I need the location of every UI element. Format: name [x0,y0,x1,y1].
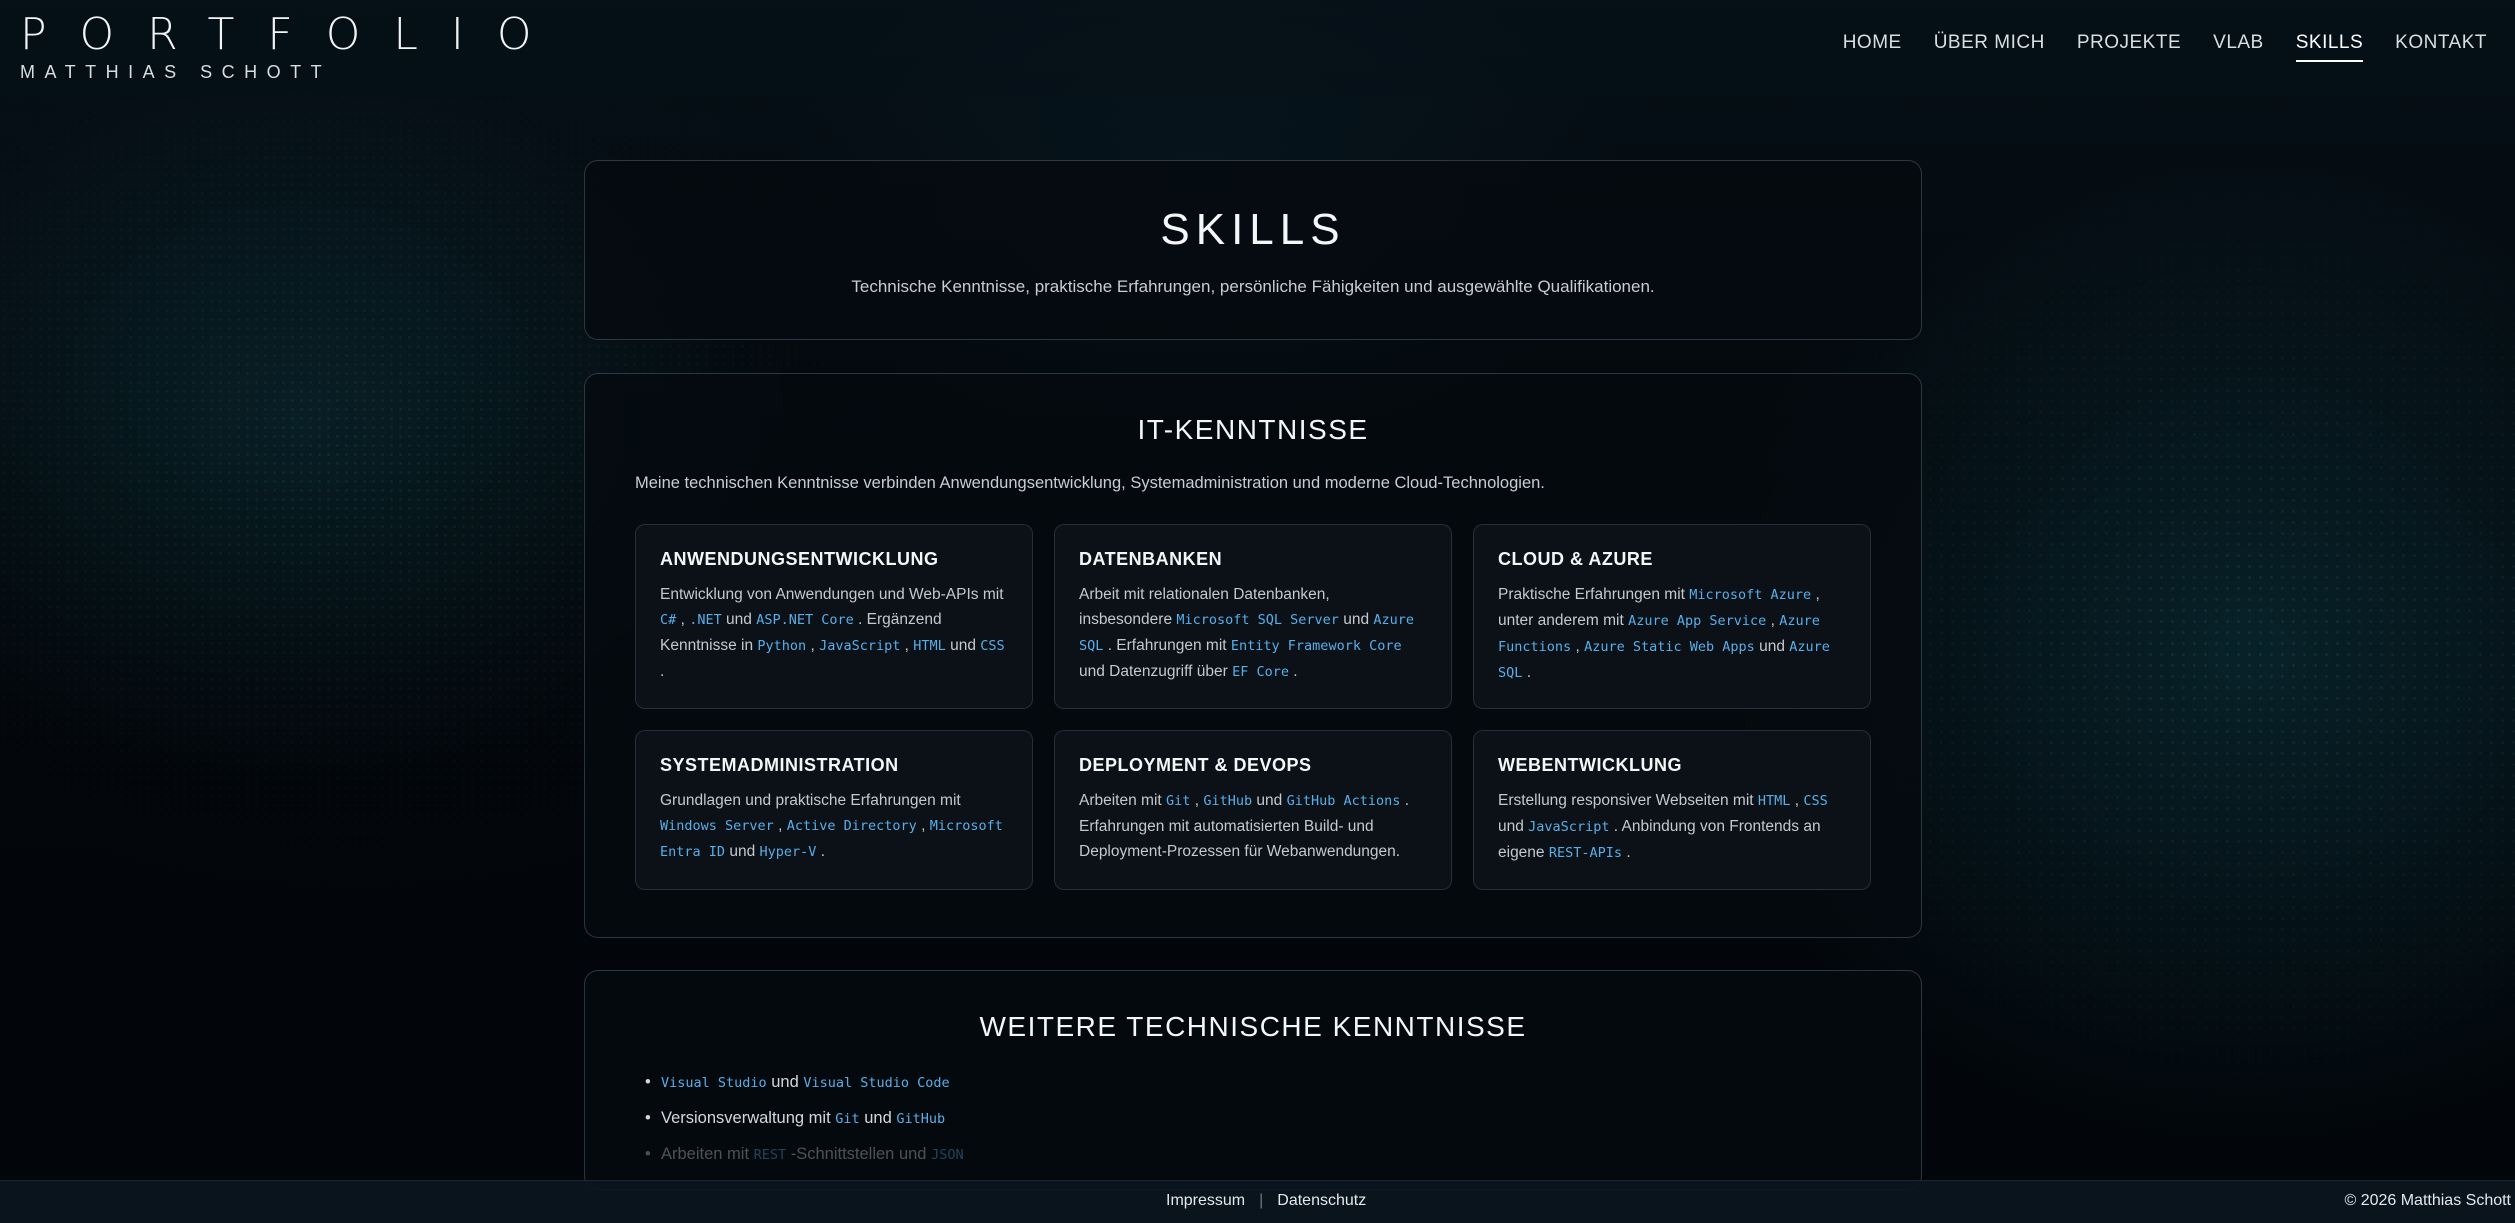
code-keyword: Visual Studio Code [803,1075,950,1091]
code-keyword: JSON [931,1147,964,1163]
code-keyword: GitHub [1203,793,1253,809]
nav-vlab[interactable]: VLAB [2197,30,2280,62]
code-keyword: Git [835,1111,860,1127]
list-item: Visual Studio und Visual Studio Code [645,1065,1861,1101]
code-keyword: Entity Framework Core [1230,638,1402,654]
code-keyword: HTML [1757,793,1791,809]
list-item: Versionsverwaltung mit Git und GitHub [645,1101,1861,1137]
impressum-link[interactable]: Impressum [1166,1192,1245,1210]
skill-card-datenbanken: DATENBANKEN Arbeit mit relationalen Date… [1054,524,1452,709]
code-keyword: REST [753,1147,787,1163]
weitere-kenntnisse-section: WEITERE TECHNISCHE KENNTNISSE Visual Stu… [584,970,1922,1190]
it-kenntnisse-section: IT-KENNTNISSE Meine technischen Kenntnis… [584,373,1922,938]
skill-card-anwendungsentwicklung: ANWENDUNGSENTWICKLUNG Entwicklung von An… [635,524,1033,709]
code-keyword: Visual Studio [661,1075,767,1091]
brand-logo[interactable]: PORTFOLIO MATTHIAS SCHOTT [20,12,564,83]
skill-card-title: WEBENTWICKLUNG [1498,755,1682,775]
code-keyword: Azure App Service [1628,613,1767,629]
skill-card-webentwicklung: WEBENTWICKLUNG Erstellung responsiver We… [1473,730,1871,890]
code-keyword: Microsoft Azure [1689,587,1812,603]
datenschutz-link[interactable]: Datenschutz [1277,1192,1366,1210]
section-title: IT-KENNTNISSE [1137,414,1369,445]
nav-projekte[interactable]: PROJEKTE [2061,30,2197,62]
code-keyword: ASP.NET Core [756,612,854,628]
footer-links: Impressum | Datenschutz [1166,1192,1366,1210]
code-keyword: .NET [689,612,722,628]
code-keyword: EF Core [1232,664,1289,680]
code-keyword: Azure Static Web Apps [1584,639,1755,655]
skill-list: Visual Studio und Visual Studio Code Ver… [645,1065,1861,1173]
skill-card-title: DATENBANKEN [1079,549,1223,569]
skill-card-text: Arbeit mit relationalen Datenbanken, ins… [1079,586,1415,680]
code-keyword: Hyper-V [759,844,817,860]
code-keyword: GitHub Actions [1286,793,1401,809]
code-keyword: CSS [1803,793,1828,809]
code-keyword: GitHub [896,1111,946,1127]
skill-grid: ANWENDUNGSENTWICKLUNG Entwicklung von An… [635,524,1871,890]
code-keyword: Windows Server [660,818,774,834]
skill-card-title: ANWENDUNGSENTWICKLUNG [660,549,939,569]
nav-ueber-mich[interactable]: ÜBER MICH [1918,30,2061,62]
page-title: SKILLS [1160,205,1346,254]
skill-card-text: Praktische Erfahrungen mit Microsoft Azu… [1498,586,1830,681]
code-keyword: CSS [980,638,1005,654]
skill-card-systemadministration: SYSTEMADMINISTRATION Grundlagen und prak… [635,730,1033,890]
code-keyword: REST-APIs [1548,845,1623,861]
footer-separator: | [1259,1192,1264,1209]
main-nav: HOME ÜBER MICH PROJEKTE VLAB SKILLS KONT… [1827,30,2503,62]
code-keyword: Git [1166,793,1191,809]
skill-card-text: Grundlagen und praktische Erfahrungen mi… [660,792,1003,860]
code-keyword: C# [660,612,677,628]
skill-card-text: Entwicklung von Anwendungen und Web-APIs… [660,586,1005,680]
nav-home[interactable]: HOME [1827,30,1918,62]
list-item: Arbeiten mit REST -Schnittstellen und JS… [645,1137,1861,1173]
skill-card-text: Arbeiten mit Git , GitHub und GitHub Act… [1079,792,1410,860]
skill-card-deployment-devops: DEPLOYMENT & DEVOPS Arbeiten mit Git , G… [1054,730,1452,890]
skill-card-cloud-azure: CLOUD & AZURE Praktische Erfahrungen mit… [1473,524,1871,709]
skills-hero-card: SKILLS Technische Kenntnisse, praktische… [584,160,1922,340]
code-keyword: Active Directory [786,818,917,834]
copyright-text: © 2026 Matthias Schott [2344,1192,2511,1209]
code-keyword: HTML [913,638,946,654]
nav-skills[interactable]: SKILLS [2280,30,2379,62]
site-footer: Impressum | Datenschutz © 2026 Matthias … [0,1180,2515,1223]
section-title: WEITERE TECHNISCHE KENNTNISSE [979,1011,1527,1042]
skill-card-title: SYSTEMADMINISTRATION [660,755,899,775]
section-intro: Meine technischen Kenntnisse verbinden A… [635,474,1545,492]
skill-card-text: Erstellung responsiver Webseiten mit HTM… [1498,792,1828,861]
page-subtitle: Technische Kenntnisse, praktische Erfahr… [851,277,1655,296]
code-keyword: Microsoft SQL Server [1176,612,1339,628]
site-header: PORTFOLIO MATTHIAS SCHOTT HOME ÜBER MICH… [0,0,2515,96]
brand-title: PORTFOLIO [20,9,565,60]
brand-subtitle: MATTHIAS SCHOTT [20,62,332,82]
code-keyword: Python [757,638,807,654]
nav-kontakt[interactable]: KONTAKT [2379,30,2503,62]
code-keyword: JavaScript [1528,819,1610,835]
skill-card-title: CLOUD & AZURE [1498,549,1653,569]
code-keyword: JavaScript [819,638,901,654]
skill-card-title: DEPLOYMENT & DEVOPS [1079,755,1312,775]
